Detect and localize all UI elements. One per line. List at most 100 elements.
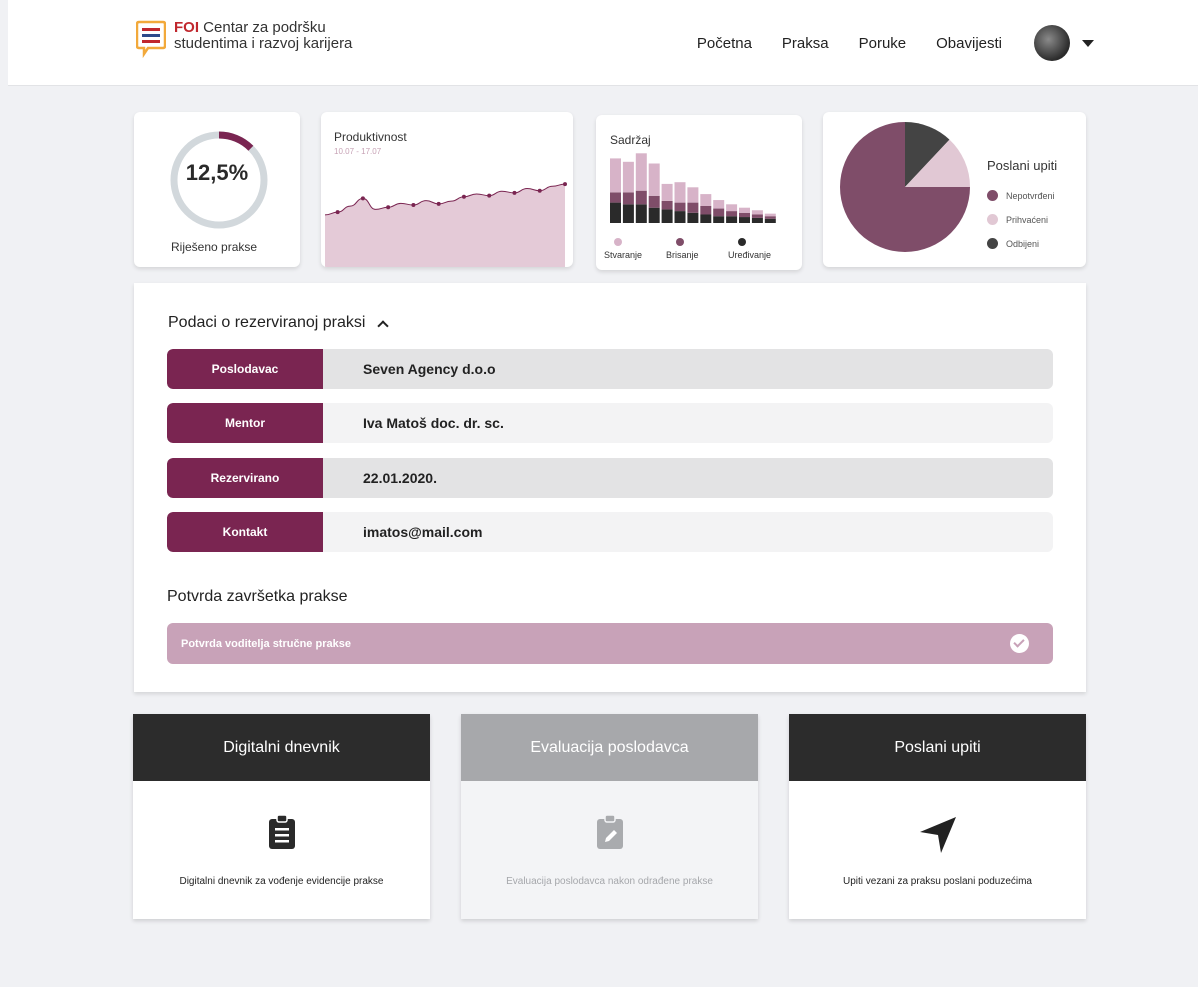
card-description: Digitalni dnevnik za vođenje evidencije … [179,876,384,887]
content-bar [674,182,686,203]
legend-brisanje: Brisanje [666,238,728,260]
digital-diary-card[interactable]: Digitalni dnevnik Digitalni dnevnik za v… [133,714,430,919]
content-bar [622,161,634,193]
card-description: Evaluacija poslodavca nakon odrađene pra… [506,876,713,887]
card-title: Poslani upiti [789,714,1086,781]
logo-line-2: studentima i razvoj karijera [174,35,353,52]
legend-dot [987,190,998,201]
content-card: Sadržaj Stvaranje Brisanje Uređivanje [596,115,802,270]
content-bar [635,190,647,205]
card-title: Evaluacija poslodavca [461,714,758,781]
clipboard-edit-icon [461,815,758,849]
row-value: 22.01.2020. [363,470,437,486]
legend-stvaranje: Stvaranje [604,238,666,260]
inquiries-pie [840,122,970,252]
sent-inquiries-card[interactable]: Poslani upiti Upiti vezani za praksu pos… [789,714,1086,919]
row-value: imatos@mail.com [363,524,483,540]
inquiries-title: Poslani upiti [987,158,1058,173]
confirmation-label: Potvrda voditelja stručne prakse [181,637,351,650]
nav-obavijesti[interactable]: Obavijesti [936,35,1002,52]
completion-title: Potvrda završetka prakse [167,588,348,605]
send-arrow-icon [789,815,1086,855]
content-bar [622,204,634,223]
legend-label: Brisanje [666,250,699,260]
user-avatar[interactable] [1034,25,1070,61]
content-bar [635,204,647,223]
nav-pocetna[interactable]: Početna [697,35,752,52]
content-bar [610,158,621,193]
row-value: Iva Matoš doc. dr. sc. [363,415,504,431]
productivity-chart [324,182,567,267]
chevron-down-icon[interactable] [1082,39,1094,47]
content-bar [648,195,660,208]
productivity-point [512,190,517,195]
legend-odbijeni: Odbijeni [987,238,1039,249]
content-bar [674,211,686,223]
card-title: Digitalni dnevnik [133,714,430,781]
productivity-card: Produktivnost 10.07 - 17.07 [321,112,573,267]
productivity-area [325,184,565,267]
employer-evaluation-card[interactable]: Evaluacija poslodavca Evaluacija posloda… [461,714,758,919]
check-icon [1010,634,1029,653]
mentor-confirmation[interactable]: Potvrda voditelja stručne prakse [167,623,1053,664]
legend-label: Stvaranje [604,250,643,260]
content-bar [674,202,686,212]
chevron-up-icon [377,320,390,332]
main-nav: Početna Praksa Poruke Obavijesti [667,0,1094,86]
content-bar [687,212,699,223]
productivity-point [360,196,365,201]
legend-dot [676,238,684,246]
logo[interactable]: FOI Centar za podršku studentima i razvo… [135,20,352,60]
content-bar [661,183,673,201]
row-employer: Poslodavac Seven Agency d.o.o [167,349,1053,389]
content-bar [700,206,712,215]
legend-label: Nepotvrđeni [1006,190,1055,201]
content-bar [713,216,725,223]
content-bar [661,209,673,223]
row-mentor: Mentor Iva Matoš doc. dr. sc. [167,403,1053,443]
content-bar [739,212,750,218]
content-bar [700,214,712,223]
legend-label: Odbijeni [1006,238,1040,249]
content-bar [726,216,738,223]
content-bar [700,194,712,206]
legend-label: Prihvaćeni [1006,214,1049,225]
row-contact: Kontakt imatos@mail.com [167,512,1053,552]
legend-prihvaceni: Prihvaćeni [987,214,1048,225]
legend-dot [738,238,746,246]
nav-praksa[interactable]: Praksa [782,35,829,52]
nav-poruke[interactable]: Poruke [859,35,907,52]
legend-uredivanje: Uređivanje [728,238,790,260]
solved-practice-card: 12,5% Riješeno prakse [134,112,300,267]
legend-nepotvrdeni: Nepotvrđeni [987,190,1055,201]
content-bar [610,202,621,223]
clipboard-list-icon [133,815,430,849]
row-label: Poslodavac [167,349,323,389]
productivity-point [563,182,567,187]
row-label: Rezervirano [167,458,323,498]
content-bar [726,204,738,212]
content-bar [739,207,750,213]
legend-dot [987,214,998,225]
details-toggle[interactable]: Podaci o rezerviranoj praksi [168,314,390,332]
productivity-point [335,210,340,215]
content-bar [764,218,776,223]
legend-dot [987,238,998,249]
reserved-practice-panel: Podaci o rezerviranoj praksi Poslodavac … [134,283,1086,692]
details-title: Podaci o rezerviranoj praksi [168,314,366,331]
inquiries-card: Poslani upiti Nepotvrđeni Prihvaćeni Odb… [823,112,1086,267]
content-bar [713,200,725,209]
logo-bold: FOI [174,19,199,36]
logo-text: FOI Centar za podršku studentima i razvo… [174,20,352,52]
productivity-point [436,201,441,206]
productivity-point [487,193,492,198]
legend-dot [614,238,622,246]
content-bar [661,200,673,210]
top-bar: FOI Centar za podršku studentima i razvo… [8,0,1198,86]
content-bar [635,153,647,191]
productivity-point [461,194,466,199]
content-bar [687,202,699,213]
productivity-point [537,188,542,193]
productivity-point [411,203,416,207]
row-reserved: Rezervirano 22.01.2020. [167,458,1053,498]
